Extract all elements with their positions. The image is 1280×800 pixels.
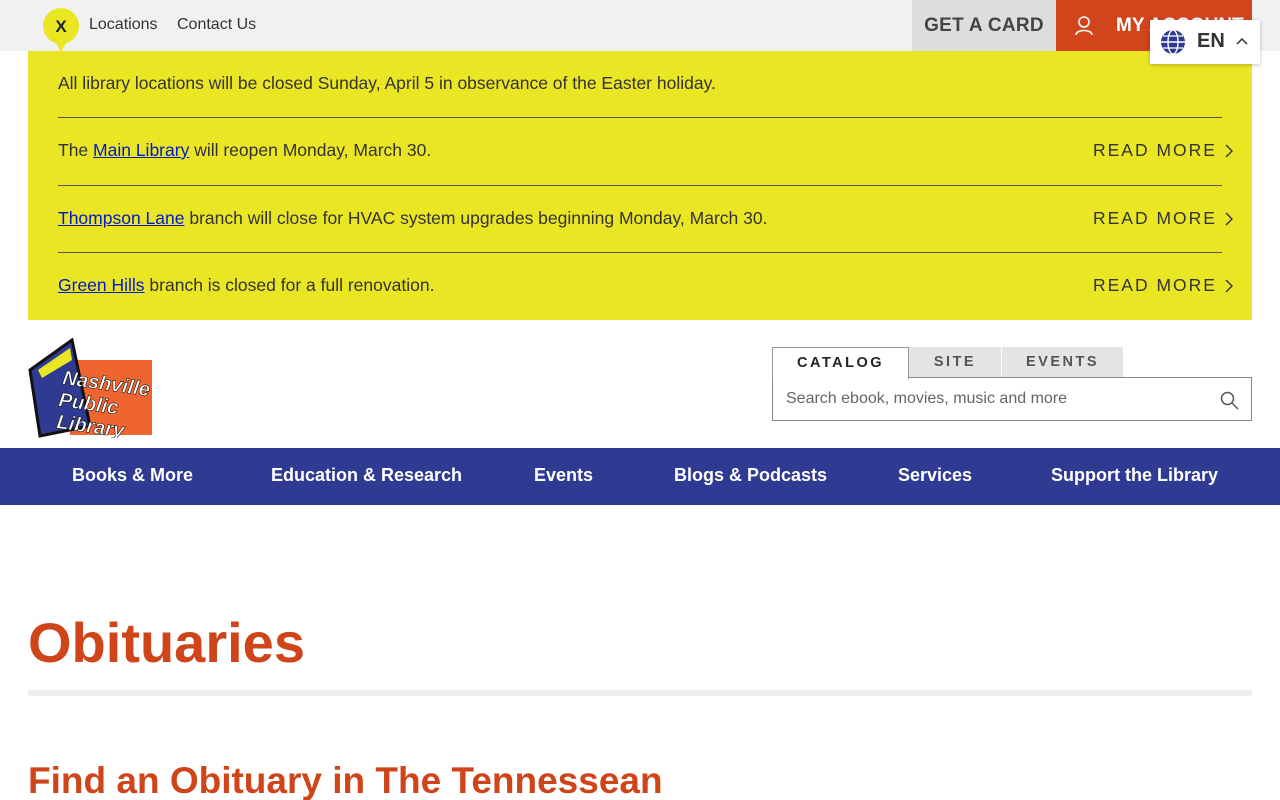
alert-thompson-lane: Thompson Lane branch will close for HVAC… [58,208,1222,229]
nav-services[interactable]: Services [898,448,972,505]
search-input[interactable] [786,387,1206,411]
search-box [772,377,1252,421]
nav-education-research[interactable]: Education & Research [271,448,462,505]
search-icon[interactable] [1220,391,1239,410]
chevron-up-icon [1236,37,1248,45]
alert-text: will reopen Monday, March 30. [189,140,432,160]
read-more-link[interactable]: READ MORE [1093,275,1233,296]
nav-support-the-library[interactable]: Support the Library [1051,448,1218,505]
get-a-card-button[interactable]: GET A CARD [912,0,1056,51]
close-alert-button[interactable]: X [43,8,79,52]
read-more-label: READ MORE [1093,140,1217,160]
tab-site[interactable]: SITE [909,347,1001,378]
title-divider [28,690,1252,696]
nav-books-and-more[interactable]: Books & More [72,448,193,505]
alert-divider [58,117,1222,118]
alert-divider [58,185,1222,186]
tab-events[interactable]: EVENTS [1002,347,1123,378]
utility-bar: X Locations Contact Us GET A CARD MY ACC… [0,0,1280,52]
alert-main-library: The Main Library will reopen Monday, Mar… [58,140,1222,161]
chevron-right-icon [1225,279,1233,293]
library-logo[interactable]: Nashville Public Library [28,338,154,438]
read-more-link[interactable]: READ MORE [1093,208,1233,229]
user-icon [1075,16,1093,36]
nav-blogs-podcasts[interactable]: Blogs & Podcasts [674,448,827,505]
chevron-right-icon [1225,212,1233,226]
green-hills-link[interactable]: Green Hills [58,275,145,295]
alert-divider [58,252,1222,253]
alert-green-hills: Green Hills branch is closed for a full … [58,275,1222,296]
language-code: EN [1197,30,1225,52]
alert-text: branch is closed for a full renovation. [144,275,435,295]
chevron-right-icon [1225,144,1233,158]
contact-us-link[interactable]: Contact Us [177,16,256,34]
read-more-label: READ MORE [1093,275,1217,295]
tab-catalog[interactable]: CATALOG [772,347,909,379]
read-more-link[interactable]: READ MORE [1093,140,1233,161]
globe-icon [1161,29,1185,55]
read-more-label: READ MORE [1093,208,1217,228]
alert-easter: All library locations will be closed Sun… [58,73,716,93]
thompson-lane-link[interactable]: Thompson Lane [58,208,184,228]
page-title: Obituaries [28,611,305,674]
alert-banner: All library locations will be closed Sun… [28,51,1252,320]
main-navigation: Books & More Education & Research Events… [0,448,1280,505]
alert-text: The [58,140,94,160]
nav-events[interactable]: Events [534,448,593,505]
language-selector[interactable]: EN [1150,20,1260,64]
section-heading: Find an Obituary in The Tennessean [28,760,663,800]
main-library-link[interactable]: Main Library [93,140,189,160]
alert-text: branch will close for HVAC system upgrad… [184,208,768,228]
locations-link[interactable]: Locations [89,16,158,34]
